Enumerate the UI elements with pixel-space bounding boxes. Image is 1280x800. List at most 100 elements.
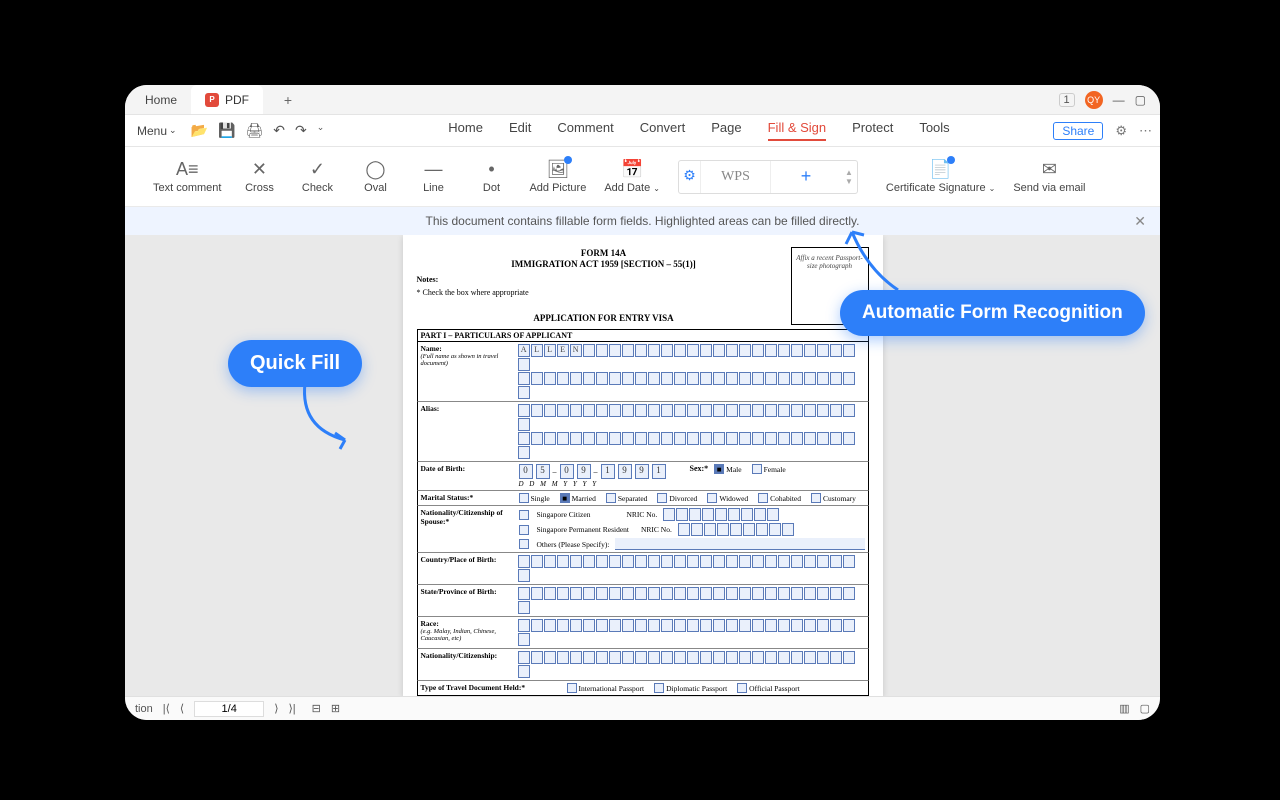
- cell[interactable]: [596, 619, 608, 632]
- checkbox[interactable]: ■: [714, 464, 724, 474]
- cell[interactable]: [830, 619, 842, 632]
- cell[interactable]: [739, 619, 751, 632]
- cell[interactable]: [765, 619, 777, 632]
- cell[interactable]: [648, 555, 660, 568]
- print-icon[interactable]: 🖨: [245, 122, 263, 139]
- cell[interactable]: [557, 432, 569, 445]
- cell[interactable]: [557, 619, 569, 632]
- ribbon-tab-home[interactable]: Home: [448, 120, 483, 141]
- cell[interactable]: [531, 432, 543, 445]
- page-first-icon[interactable]: |⟨: [163, 702, 170, 715]
- cell[interactable]: [544, 404, 556, 417]
- cell[interactable]: [843, 619, 855, 632]
- checkbox[interactable]: [654, 683, 664, 693]
- cell[interactable]: [570, 587, 582, 600]
- cell[interactable]: [518, 619, 530, 632]
- cell[interactable]: [557, 587, 569, 600]
- cell[interactable]: [609, 651, 621, 664]
- cell[interactable]: [544, 651, 556, 664]
- cell[interactable]: [596, 555, 608, 568]
- cell[interactable]: [817, 555, 829, 568]
- cell[interactable]: [700, 372, 712, 385]
- cell[interactable]: L: [544, 344, 556, 357]
- cell[interactable]: [726, 432, 738, 445]
- dob-d1[interactable]: 0: [519, 464, 533, 479]
- cell[interactable]: [726, 344, 738, 357]
- cell[interactable]: [583, 372, 595, 385]
- sig-down-icon[interactable]: ▼: [845, 177, 853, 186]
- cell[interactable]: [830, 372, 842, 385]
- cell[interactable]: [674, 372, 686, 385]
- cell[interactable]: [739, 344, 751, 357]
- cell[interactable]: [635, 344, 647, 357]
- cell[interactable]: [713, 432, 725, 445]
- cell[interactable]: [518, 569, 530, 582]
- cell[interactable]: [728, 508, 740, 521]
- signature-sample[interactable]: WPS: [701, 161, 771, 193]
- cell[interactable]: [713, 344, 725, 357]
- cell[interactable]: [700, 619, 712, 632]
- cell[interactable]: [596, 404, 608, 417]
- cell[interactable]: [713, 587, 725, 600]
- cell[interactable]: [739, 404, 751, 417]
- checkbox[interactable]: [606, 493, 616, 503]
- cell[interactable]: [791, 651, 803, 664]
- cell[interactable]: [778, 344, 790, 357]
- certificate-signature-button[interactable]: 📄 Certificate Signature ⌄: [886, 159, 995, 194]
- cell[interactable]: [726, 587, 738, 600]
- cell[interactable]: [754, 508, 766, 521]
- cell[interactable]: [570, 651, 582, 664]
- cell[interactable]: [752, 619, 764, 632]
- cell[interactable]: [622, 404, 634, 417]
- cell[interactable]: [715, 508, 727, 521]
- cell[interactable]: [674, 555, 686, 568]
- cell[interactable]: [765, 432, 777, 445]
- cell[interactable]: [765, 344, 777, 357]
- cell[interactable]: [596, 432, 608, 445]
- cell[interactable]: [531, 555, 543, 568]
- cell[interactable]: [518, 587, 530, 600]
- cell[interactable]: [778, 587, 790, 600]
- cell[interactable]: [726, 404, 738, 417]
- cell[interactable]: [713, 651, 725, 664]
- cell[interactable]: [687, 587, 699, 600]
- cell[interactable]: [752, 404, 764, 417]
- ribbon-tab-tools[interactable]: Tools: [919, 120, 949, 141]
- cell[interactable]: [596, 587, 608, 600]
- add-picture-button[interactable]: 🖼 Add Picture: [529, 159, 586, 194]
- cell[interactable]: [518, 651, 530, 664]
- cell[interactable]: [752, 344, 764, 357]
- line-button[interactable]: ― Line: [413, 159, 453, 194]
- cell[interactable]: [713, 404, 725, 417]
- signature-gear[interactable]: ⚙: [679, 161, 701, 193]
- race-cells[interactable]: [518, 619, 865, 646]
- cell[interactable]: [518, 386, 530, 399]
- cell[interactable]: [570, 619, 582, 632]
- ribbon-tab-protect[interactable]: Protect: [852, 120, 893, 141]
- cell[interactable]: [817, 432, 829, 445]
- cell[interactable]: [544, 372, 556, 385]
- cell[interactable]: [635, 651, 647, 664]
- cell[interactable]: [674, 344, 686, 357]
- cell[interactable]: [648, 344, 660, 357]
- cell[interactable]: [661, 404, 673, 417]
- cell[interactable]: [557, 651, 569, 664]
- cell[interactable]: [830, 555, 842, 568]
- menu-button[interactable]: Menu ⌄: [133, 124, 181, 138]
- cell[interactable]: [767, 508, 779, 521]
- cell[interactable]: [674, 404, 686, 417]
- cell[interactable]: [756, 523, 768, 536]
- collapse-plus-icon[interactable]: ⊞: [331, 702, 340, 715]
- cell[interactable]: [648, 619, 660, 632]
- cell[interactable]: [691, 523, 703, 536]
- cell[interactable]: [622, 372, 634, 385]
- cell[interactable]: [531, 651, 543, 664]
- cell[interactable]: [782, 523, 794, 536]
- checkbox[interactable]: [811, 493, 821, 503]
- cell[interactable]: [531, 404, 543, 417]
- cell[interactable]: [583, 619, 595, 632]
- cell[interactable]: [804, 555, 816, 568]
- cell[interactable]: [609, 619, 621, 632]
- cell[interactable]: [635, 432, 647, 445]
- cell[interactable]: [583, 555, 595, 568]
